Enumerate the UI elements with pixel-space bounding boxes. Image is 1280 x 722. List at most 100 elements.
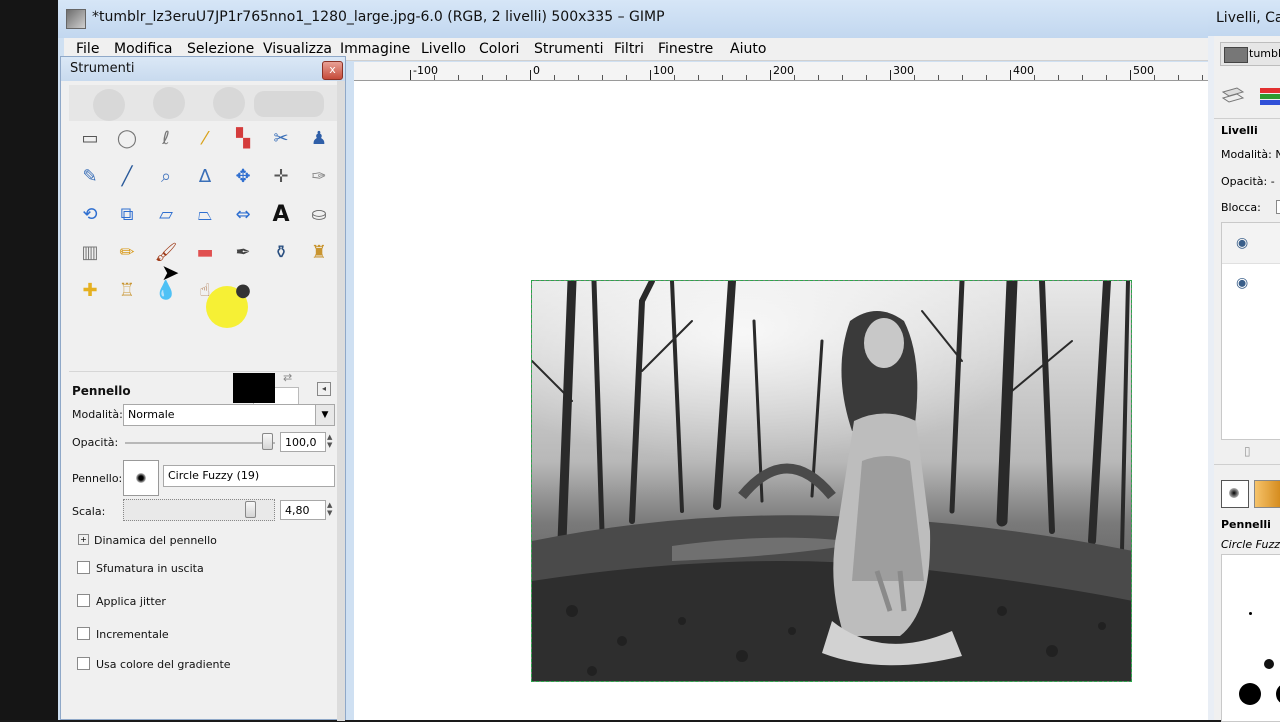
opacity-slider-track[interactable] <box>125 442 275 444</box>
layer-row[interactable]: ◉ <box>1222 223 1280 264</box>
channels-tab-icon[interactable] <box>1258 82 1280 110</box>
toolbox-titlebar[interactable]: Strumenti x <box>61 57 345 81</box>
incremental-checkbox[interactable] <box>77 627 90 640</box>
clone-icon[interactable]: ♜ <box>305 239 333 267</box>
brush-preview-button[interactable] <box>123 460 159 496</box>
shear-icon[interactable]: ▱ <box>152 201 180 229</box>
layers-dock-titlebar[interactable]: Livelli, Can <box>1208 0 1280 36</box>
menu-image[interactable]: Immagine <box>340 41 410 57</box>
ruler-label: 400 <box>1013 64 1034 77</box>
brush-preview[interactable] <box>1264 659 1274 669</box>
restore-defaults-icon[interactable]: ◂ <box>317 382 331 396</box>
crop-icon[interactable]: ✑ <box>305 163 333 191</box>
scale-spin-arrows[interactable]: ▲ ▼ <box>327 501 336 517</box>
layer-mode-label[interactable]: Modalità: N <box>1221 148 1280 161</box>
opacity-input[interactable]: 100,0 <box>280 432 326 452</box>
brush-name-field[interactable]: Circle Fuzzy (19) <box>163 465 335 487</box>
color-picker-icon[interactable]: ╱ <box>113 163 141 191</box>
menu-file[interactable]: File <box>76 41 99 57</box>
blend-icon[interactable]: ▥ <box>76 239 104 267</box>
pencil-icon[interactable]: ✏ <box>113 239 141 267</box>
zoom-icon[interactable]: ⌕ <box>152 163 180 191</box>
scale-input[interactable]: 4,80 <box>280 500 326 520</box>
smudge-icon[interactable]: ☝ <box>191 277 219 305</box>
close-button[interactable]: x <box>322 61 343 80</box>
layers-list[interactable]: ◉ ◉ <box>1221 222 1280 440</box>
wilber-drop-area[interactable] <box>69 85 339 121</box>
measure-icon[interactable]: ∆ <box>191 163 219 191</box>
airbrush-icon[interactable]: ✒ <box>229 239 257 267</box>
ruler-minor-tick <box>722 75 723 80</box>
image-canvas[interactable] <box>531 280 1132 682</box>
gradient-color-checkbox[interactable] <box>77 657 90 670</box>
jitter-checkbox[interactable] <box>77 594 90 607</box>
menu-select[interactable]: Selezione <box>187 41 254 57</box>
patterns-tab-icon[interactable] <box>1254 480 1280 508</box>
ruler-minor-tick <box>1082 75 1083 80</box>
ellipse-select-icon[interactable]: ◯ <box>113 125 141 153</box>
layers-tab-icon[interactable] <box>1219 82 1247 110</box>
scale-icon[interactable]: ⧉ <box>113 201 141 229</box>
layer-opacity-label[interactable]: Opacità: - <box>1221 175 1275 188</box>
align-icon[interactable]: ✛ <box>267 163 295 191</box>
text-icon[interactable]: A <box>267 201 295 229</box>
menu-edit[interactable]: Modifica <box>114 41 173 57</box>
image-tab[interactable]: tumblr_ <box>1220 42 1280 66</box>
fade-out-label: Sfumatura in uscita <box>96 562 204 575</box>
paths-icon[interactable]: ✎ <box>76 163 104 191</box>
ruler-minor-tick <box>1106 75 1107 80</box>
scale-slider-knob[interactable] <box>245 501 256 518</box>
chevron-down-icon[interactable]: ▼ <box>315 405 334 425</box>
fade-out-checkbox[interactable] <box>77 561 90 574</box>
brush-dynamics-expander[interactable]: Dinamica del pennello <box>94 534 217 547</box>
lock-pixels-checkbox[interactable] <box>1276 200 1280 214</box>
bucket-fill-icon[interactable]: ⛀ <box>305 201 333 229</box>
perspective-clone-icon[interactable]: ♖ <box>113 277 141 305</box>
horizontal-ruler[interactable]: -100 0 100 200 300 400 500 <box>354 62 1208 81</box>
ink-icon[interactable]: ⚱ <box>267 239 295 267</box>
eye-icon[interactable]: ◉ <box>1236 275 1248 291</box>
select-by-color-icon[interactable]: ▚ <box>229 125 257 153</box>
ruler-minor-tick <box>842 75 843 80</box>
free-select-icon[interactable]: ℓ <box>152 125 180 153</box>
brush-preview[interactable] <box>1276 683 1280 705</box>
move-icon[interactable]: ✥ <box>229 163 257 191</box>
brush-preview[interactable] <box>1249 612 1252 615</box>
opacity-slider-knob[interactable] <box>262 433 273 450</box>
rect-select-icon[interactable]: ▭ <box>76 125 104 153</box>
divider <box>69 371 339 372</box>
flip-icon[interactable]: ⇔ <box>229 201 257 229</box>
mode-select[interactable]: Normale ▼ <box>123 404 335 426</box>
foreground-select-icon[interactable]: ♟ <box>305 125 333 153</box>
brush-preview[interactable] <box>1239 683 1261 705</box>
mode-label: Modalità: <box>72 408 123 421</box>
foreground-color-swatch[interactable] <box>233 373 275 403</box>
menu-tools[interactable]: Strumenti <box>534 41 604 57</box>
eye-icon[interactable]: ◉ <box>1236 235 1248 251</box>
brushes-tab-icon[interactable] <box>1221 480 1249 508</box>
ruler-minor-tick <box>986 75 987 80</box>
image-window-titlebar[interactable]: *tumblr_lz3eruU7JP1r765nno1_1280_large.j… <box>58 0 1208 38</box>
menu-layer[interactable]: Livello <box>421 41 466 57</box>
menu-help[interactable]: Aiuto <box>730 41 766 57</box>
divider <box>1214 118 1280 119</box>
fuzzy-select-icon[interactable]: ⁄ <box>191 125 219 153</box>
layer-row[interactable]: ◉ <box>1222 263 1280 303</box>
menu-colors[interactable]: Colori <box>479 41 519 57</box>
opacity-spin-arrows[interactable]: ▲ ▼ <box>327 433 336 449</box>
ruler-label: 500 <box>1133 64 1154 77</box>
menu-view[interactable]: Visualizza <box>263 41 332 57</box>
scissors-icon[interactable]: ✂ <box>267 125 295 153</box>
menu-filters[interactable]: Filtri <box>614 41 644 57</box>
brushes-grid[interactable] <box>1221 554 1280 722</box>
heal-icon[interactable]: ✚ <box>76 277 104 305</box>
dodge-burn-icon[interactable]: ● <box>229 277 257 305</box>
swap-colors-icon[interactable]: ⇄ <box>283 371 292 384</box>
rotate-icon[interactable]: ⟲ <box>76 201 104 229</box>
eraser-icon[interactable]: ▬ <box>191 239 219 267</box>
perspective-icon[interactable]: ⏢ <box>191 201 219 229</box>
menu-windows[interactable]: Finestre <box>658 41 713 57</box>
new-layer-icon[interactable]: ▯ <box>1244 444 1251 458</box>
expand-icon[interactable]: + <box>78 534 89 545</box>
toolbox-scrollbar[interactable] <box>337 81 345 721</box>
